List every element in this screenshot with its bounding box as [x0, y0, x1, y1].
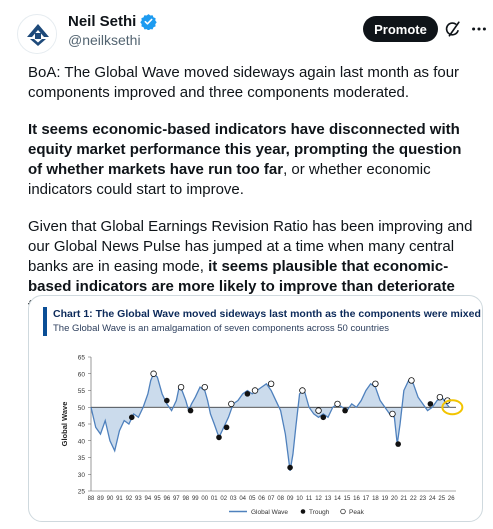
trough-point — [223, 424, 230, 431]
x-tick-label: 92 — [126, 496, 133, 502]
trough-point — [287, 464, 293, 471]
peak-point — [315, 407, 322, 414]
y-tick-label: 40 — [78, 438, 86, 445]
trough-point — [320, 414, 327, 421]
trough-point — [427, 401, 434, 407]
peak-point — [267, 380, 275, 387]
legend-peak-swatch — [340, 508, 346, 515]
x-tick-label: 04 — [239, 496, 246, 502]
x-tick-label: 96 — [164, 496, 171, 502]
x-tick-label: 05 — [249, 496, 256, 502]
y-tick-label: 30 — [78, 472, 86, 479]
x-tick-label: 88 — [88, 496, 95, 502]
peak-point — [334, 400, 341, 408]
peak-point — [372, 380, 379, 387]
trough-point — [128, 414, 135, 421]
legend-label: Trough — [309, 509, 330, 516]
trough-point — [164, 397, 170, 404]
y-tick-label: 50 — [78, 405, 86, 412]
avatar[interactable] — [17, 14, 57, 54]
y-tick-label: 25 — [78, 489, 86, 496]
y-axis-label: Global Wave — [60, 402, 69, 447]
x-tick-label: 26 — [448, 496, 455, 502]
legend-label: Global Wave — [251, 509, 288, 516]
tweet-paragraph-1: BoA: The Global Wave moved sideways agai… — [28, 63, 478, 103]
x-tick-label: 18 — [372, 496, 379, 502]
y-tick-label: 65 — [78, 355, 86, 362]
trough-point — [342, 407, 348, 414]
x-tick-label: 08 — [277, 496, 284, 502]
peak-point — [228, 400, 235, 408]
x-tick-label: 03 — [230, 496, 237, 502]
trough-point — [395, 441, 401, 447]
author-handle[interactable]: @neilksethi — [68, 32, 141, 48]
x-tick-label: 23 — [419, 496, 426, 502]
trough-point — [187, 407, 194, 414]
x-tick-label: 11 — [306, 496, 313, 502]
x-tick-label: 94 — [145, 496, 152, 502]
peak-point — [408, 377, 415, 384]
x-tick-label: 02 — [220, 496, 227, 502]
x-tick-label: 24 — [429, 496, 436, 502]
x-tick-label: 21 — [401, 496, 408, 502]
author-name[interactable]: Neil Sethi — [68, 13, 136, 30]
x-tick-label: 90 — [107, 496, 114, 502]
peak-point — [177, 383, 185, 391]
legend-trough-swatch — [300, 509, 306, 514]
legend-label: Peak — [349, 509, 365, 516]
x-tick-label: 01 — [211, 496, 218, 502]
x-tick-label: 17 — [363, 496, 370, 502]
promote-button[interactable]: Promote — [363, 16, 438, 42]
trough-point — [216, 434, 222, 441]
x-tick-label: 07 — [268, 496, 275, 502]
y-tick-label: 45 — [78, 422, 86, 429]
x-tick-label: 13 — [325, 496, 332, 502]
x-tick-label: 19 — [382, 496, 389, 502]
x-tick-label: 14 — [334, 496, 341, 502]
x-tick-label: 95 — [154, 496, 161, 502]
tweet-media-image[interactable]: Chart 1: The Global Wave moved sideways … — [28, 295, 483, 522]
x-tick-label: 00 — [201, 496, 208, 502]
more-options-icon[interactable] — [470, 20, 488, 38]
verified-badge-icon — [140, 14, 158, 30]
y-tick-label: 55 — [78, 388, 86, 395]
x-tick-label: 91 — [116, 496, 123, 502]
tweet-paragraph-2: It seems economic-based indicators have … — [28, 120, 478, 200]
peak-point — [150, 370, 157, 377]
tweet-paragraph-1-text: BoA: The Global Wave moved sideways agai… — [28, 64, 460, 101]
x-tick-label: 12 — [315, 496, 322, 502]
x-tick-label: 15 — [344, 496, 351, 502]
x-tick-label: 93 — [135, 496, 142, 502]
x-tick-label: 09 — [287, 496, 294, 502]
x-tick-label: 97 — [173, 496, 180, 502]
x-tick-label: 10 — [296, 496, 303, 502]
x-tick-label: 22 — [410, 496, 417, 502]
tweet-header: Neil Sethi @neilksethi Promote — [0, 0, 493, 58]
peak-point — [436, 393, 444, 401]
y-tick-label: 35 — [78, 455, 86, 462]
y-tick-label: 60 — [78, 371, 86, 378]
logo-icon — [19, 16, 56, 53]
grok-icon[interactable] — [444, 20, 462, 38]
peak-point — [389, 410, 396, 418]
peak-point — [201, 383, 208, 391]
author-name-row: Neil Sethi — [68, 13, 158, 30]
x-tick-label: 06 — [258, 496, 265, 502]
x-tick-label: 20 — [391, 496, 398, 502]
x-tick-label: 98 — [182, 496, 189, 502]
x-tick-label: 16 — [353, 496, 360, 502]
x-tick-label: 25 — [438, 496, 445, 502]
global-wave-chart: 253035404550556065Global Wave88 89 90 91 92 9… — [60, 355, 464, 516]
peak-point — [299, 387, 306, 394]
peak-point — [251, 387, 259, 394]
trough-point — [244, 391, 251, 397]
x-tick-label: 89 — [97, 496, 104, 502]
x-tick-label: 99 — [192, 496, 199, 502]
